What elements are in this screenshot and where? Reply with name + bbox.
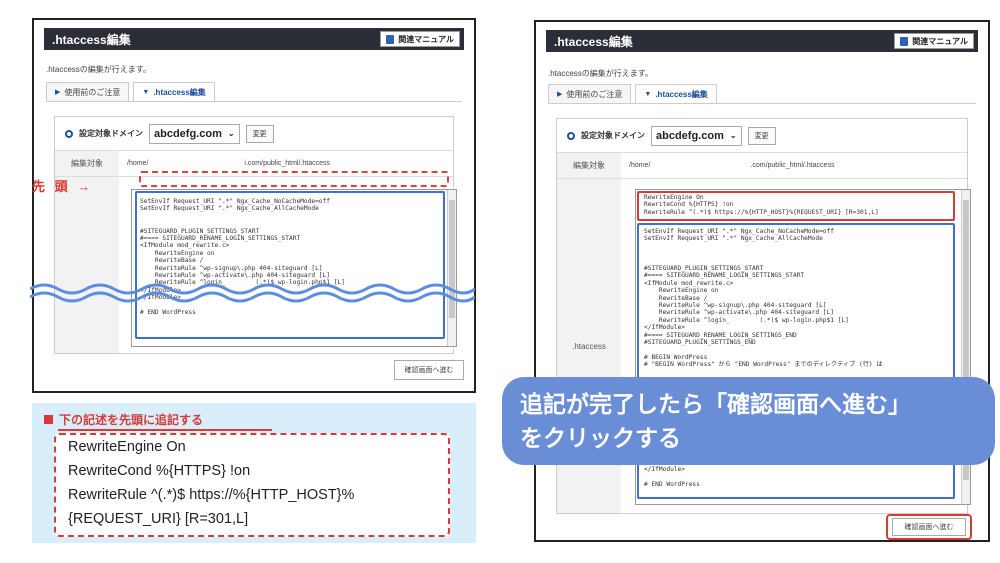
heading-underline (58, 429, 272, 431)
chevron-right-icon: ▶ (55, 89, 61, 96)
snippet-line: RewriteEngine On (68, 439, 186, 455)
domain-label: 設定対象ドメイン (79, 129, 143, 138)
domain-row: 設定対象ドメイン abcdefg.com ⌄ 変更 (55, 117, 453, 151)
tab-precautions-label: 使用前のご注意 (566, 89, 623, 99)
page-title-bar: .htaccess編集 関連マニュアル (546, 30, 978, 52)
textarea-scrollbar[interactable] (447, 190, 456, 346)
domain-select-value: abcdefg.com (656, 129, 724, 142)
tab-htaccess-edit-label: .htaccess編集 (655, 89, 708, 99)
related-manual-button[interactable]: 関連マニュアル (894, 33, 974, 49)
domain-select-value: abcdefg.com (154, 127, 222, 140)
chevron-down-icon: ▼ (644, 90, 652, 98)
snippet-heading: 下の記述を先頭に追記する (44, 411, 203, 428)
path-prefix: /home/ (127, 160, 149, 167)
added-code-highlight (637, 191, 955, 221)
book-icon (386, 34, 395, 44)
path-row: 編集対象 /home/ .com/public_html/.htaccess (557, 153, 967, 179)
tab-htaccess-edit[interactable]: ▼ .htaccess編集 (133, 82, 215, 101)
page-title: .htaccess編集 (554, 34, 633, 49)
existing-code-highlight (135, 191, 445, 339)
chevron-down-icon: ⌄ (227, 129, 235, 138)
confirm-button-highlight (886, 514, 972, 540)
tab-precautions-label: 使用前のご注意 (64, 87, 121, 97)
book-icon (900, 36, 909, 46)
domain-select[interactable]: abcdefg.com ⌄ (149, 123, 240, 144)
page-title: .htaccess編集 (52, 32, 131, 47)
related-manual-label: 関連マニュアル (912, 36, 968, 46)
path-label: 編集対象 (55, 151, 119, 176)
chevron-right-icon: ▶ (557, 91, 563, 98)
instruction-callout: 追記が完了したら「確認画面へ進む」 をクリックする (502, 377, 995, 465)
chevron-down-icon: ⌄ (729, 131, 737, 140)
square-bullet-icon (44, 415, 53, 424)
tab-htaccess-edit-label: .htaccess編集 (153, 87, 206, 97)
radio-icon (65, 129, 73, 138)
wave-break-icon (30, 283, 475, 303)
snippet-instruction-area: 下の記述を先頭に追記する RewriteEngine On RewriteCon… (32, 403, 476, 543)
page-description: .htaccessの編集が行えます。 (46, 65, 151, 74)
chevron-down-icon: ▼ (142, 88, 150, 96)
page-title-bar: .htaccess編集 関連マニュアル (44, 28, 464, 50)
domain-select[interactable]: abcdefg.com ⌄ (651, 125, 742, 146)
callout-line: 追記が完了したら「確認画面へ進む」 (520, 391, 911, 417)
tab-htaccess-edit[interactable]: ▼ .htaccess編集 (635, 84, 717, 103)
htaccess-label: .htaccess (572, 341, 606, 351)
snippet-line: RewriteRule ^(.*)$ https://%{HTTP_HOST}% (68, 487, 355, 503)
domain-row: 設定対象ドメイン abcdefg.com ⌄ 変更 (557, 119, 967, 153)
path-suffix: i.com/public_html/.htaccess (244, 160, 330, 167)
path-label: 編集対象 (557, 153, 621, 178)
insert-position-marker (139, 171, 449, 187)
related-manual-label: 関連マニュアル (398, 34, 454, 44)
snippet-line: RewriteCond %{HTTPS} !on (68, 463, 251, 479)
path-suffix: .com/public_html/.htaccess (750, 162, 835, 169)
change-button[interactable]: 変更 (747, 126, 776, 145)
tab-precautions[interactable]: ▶ 使用前のご注意 (548, 84, 632, 103)
snippet-code-box: RewriteEngine On RewriteCond %{HTTPS} !o… (54, 433, 450, 537)
snippet-heading-text: 下の記述を先頭に追記する (59, 413, 204, 427)
htaccess-label-column (55, 177, 119, 353)
tab-bar: ▶ 使用前のご注意 ▼ .htaccess編集 (46, 82, 462, 102)
path-prefix: /home/ (629, 162, 651, 169)
edit-form: 設定対象ドメイン abcdefg.com ⌄ 変更 編集対象 /home/ i.… (54, 116, 457, 354)
head-position-label: 先 頭 → (32, 179, 94, 194)
tab-bar: ▶ 使用前のご注意 ▼ .htaccess編集 (548, 84, 976, 104)
callout-line: をクリックする (520, 425, 681, 451)
related-manual-button[interactable]: 関連マニュアル (380, 31, 460, 47)
page-description: .htaccessの編集が行えます。 (548, 69, 653, 78)
change-button[interactable]: 変更 (245, 124, 274, 143)
left-screenshot-panel: .htaccess編集 関連マニュアル .htaccessの編集が行えます。 ▶… (32, 18, 476, 393)
domain-label: 設定対象ドメイン (581, 131, 645, 140)
confirm-button[interactable]: 確認画面へ進む (394, 360, 464, 380)
radio-icon (567, 131, 575, 140)
snippet-line: {REQUEST_URI} [R=301,L] (68, 511, 249, 527)
tab-precautions[interactable]: ▶ 使用前のご注意 (46, 82, 130, 101)
